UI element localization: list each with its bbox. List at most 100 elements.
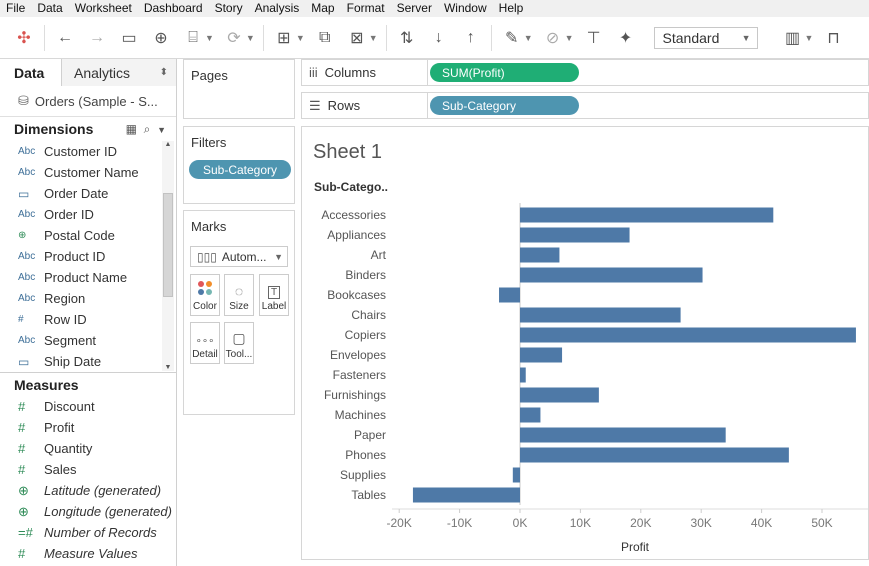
rows-shelf[interactable]: ☰ Rows Sub-Category xyxy=(301,92,869,119)
category-label[interactable]: Accessories xyxy=(321,208,386,222)
chevron-down-icon[interactable]: ▼ xyxy=(565,33,574,43)
measure-field-latitude-generated[interactable]: ⊕ Latitude (generated) xyxy=(0,480,176,501)
dimension-field-customer-id[interactable]: Abc Customer ID xyxy=(0,141,176,162)
menu-format[interactable]: Format xyxy=(341,0,391,17)
bar-tables[interactable] xyxy=(412,487,520,503)
menu-map[interactable]: Map xyxy=(305,0,340,17)
color-button[interactable]: Color xyxy=(190,274,220,316)
bar-paper[interactable] xyxy=(520,427,726,443)
show-labels-icon[interactable]: ⊤ xyxy=(583,27,605,49)
group-icon[interactable]: ⊘ xyxy=(542,27,564,49)
bar-supplies[interactable] xyxy=(512,467,520,483)
measure-field-number-of-records[interactable]: =# Number of Records xyxy=(0,522,176,543)
chevron-down-icon[interactable]: ▼ xyxy=(157,125,166,135)
tab-analytics[interactable]: Analytics ⬍ xyxy=(62,59,176,86)
bar-accessories[interactable] xyxy=(520,207,774,223)
dimension-field-product-id[interactable]: Abc Product ID xyxy=(0,246,176,267)
tableau-logo-icon[interactable]: ✣ xyxy=(13,27,35,49)
category-label[interactable]: Copiers xyxy=(345,328,386,342)
category-label[interactable]: Fasteners xyxy=(333,368,386,382)
scroll-up-icon[interactable]: ▲ xyxy=(162,141,174,148)
category-label[interactable]: Chairs xyxy=(351,308,386,322)
category-label[interactable]: Phones xyxy=(345,448,386,462)
chevron-down-icon[interactable]: ▼ xyxy=(296,33,305,43)
measure-field-longitude-generated[interactable]: ⊕ Longitude (generated) xyxy=(0,501,176,522)
menu-analysis[interactable]: Analysis xyxy=(249,0,306,17)
measure-field-measure-values[interactable]: # Measure Values xyxy=(0,543,176,564)
menu-dashboard[interactable]: Dashboard xyxy=(138,0,209,17)
pages-card[interactable]: Pages xyxy=(183,59,295,119)
bar-fasteners[interactable] xyxy=(520,367,526,383)
chevron-down-icon[interactable]: ▼ xyxy=(205,33,214,43)
dimension-field-order-id[interactable]: Abc Order ID xyxy=(0,204,176,225)
menu-file[interactable]: File xyxy=(0,0,31,17)
menu-server[interactable]: Server xyxy=(391,0,438,17)
pin-icon[interactable]: ✦ xyxy=(615,27,637,49)
category-label[interactable]: Tables xyxy=(351,488,386,502)
category-label[interactable]: Envelopes xyxy=(330,348,386,362)
category-label[interactable]: Paper xyxy=(354,428,386,442)
highlight-icon[interactable]: ✎ xyxy=(501,27,523,49)
refresh-icon[interactable]: ⟳ xyxy=(223,27,245,49)
bar-envelopes[interactable] xyxy=(520,347,563,363)
menu-data[interactable]: Data xyxy=(31,0,68,17)
dimension-field-segment[interactable]: Abc Segment xyxy=(0,330,176,351)
category-label[interactable]: Binders xyxy=(345,268,386,282)
category-label[interactable]: Bookcases xyxy=(327,288,386,302)
bar-appliances[interactable] xyxy=(520,227,630,243)
menu-window[interactable]: Window xyxy=(438,0,493,17)
undo-icon[interactable]: ← xyxy=(54,27,76,49)
category-label[interactable]: Art xyxy=(371,248,387,262)
measure-field-sales[interactable]: # Sales xyxy=(0,459,176,480)
redo-icon[interactable]: → xyxy=(86,27,108,49)
menu-help[interactable]: Help xyxy=(493,0,530,17)
tab-data[interactable]: Data xyxy=(0,59,62,86)
bar-chairs[interactable] xyxy=(520,307,681,323)
fit-select[interactable]: Standard ▼ xyxy=(653,26,758,49)
tooltip-button[interactable]: ▢ Tool... xyxy=(224,322,254,364)
bar-furnishings[interactable] xyxy=(520,387,599,403)
bar-phones[interactable] xyxy=(520,447,789,463)
filters-card[interactable]: Filters Sub-Category xyxy=(183,126,295,204)
dimension-field-postal-code[interactable]: ⊕ Postal Code xyxy=(0,225,176,246)
category-label[interactable]: Furnishings xyxy=(324,388,386,402)
menu-story[interactable]: Story xyxy=(209,0,249,17)
size-button[interactable]: ◌ Size xyxy=(224,274,254,316)
bar-art[interactable] xyxy=(520,247,560,263)
rows-pill-sub-category[interactable]: Sub-Category xyxy=(430,96,579,115)
category-label[interactable]: Machines xyxy=(335,408,386,422)
pause-updates-icon[interactable]: ⌸ xyxy=(182,27,204,49)
clear-sheet-icon[interactable]: ⊠ xyxy=(346,27,368,49)
dimension-field-row-id[interactable]: # Row ID xyxy=(0,309,176,330)
x-axis-title[interactable]: Profit xyxy=(621,540,650,554)
label-button[interactable]: T Label xyxy=(259,274,289,316)
dimension-field-ship-date[interactable]: ▭ Ship Date xyxy=(0,351,176,372)
chevron-down-icon[interactable]: ▼ xyxy=(524,33,533,43)
row-header-sub-category[interactable]: Sub-Catego.. xyxy=(314,180,388,194)
measure-field-discount[interactable]: # Discount xyxy=(0,396,176,417)
view-list-icon[interactable]: ▦ xyxy=(126,122,137,136)
columns-shelf[interactable]: iii Columns SUM(Profit) xyxy=(301,59,869,86)
measure-field-quantity[interactable]: # Quantity xyxy=(0,438,176,459)
detail-button[interactable]: ∘∘∘ Detail xyxy=(190,322,220,364)
dimension-field-product-name[interactable]: Abc Product Name xyxy=(0,267,176,288)
columns-pill-sum-profit[interactable]: SUM(Profit) xyxy=(430,63,579,82)
category-label[interactable]: Supplies xyxy=(340,468,386,482)
search-icon[interactable]: ⌕ xyxy=(144,122,151,136)
scroll-down-icon[interactable]: ▼ xyxy=(162,364,174,371)
chevron-down-icon[interactable]: ▼ xyxy=(246,33,255,43)
dimension-field-region[interactable]: Abc Region xyxy=(0,288,176,309)
swap-icon[interactable]: ⇅ xyxy=(396,27,418,49)
new-worksheet-icon[interactable]: ⊞ xyxy=(273,27,295,49)
chevron-down-icon[interactable]: ▼ xyxy=(805,33,814,43)
dimension-field-customer-name[interactable]: Abc Customer Name xyxy=(0,162,176,183)
filter-pill-sub-category[interactable]: Sub-Category xyxy=(189,160,291,179)
measure-field-profit[interactable]: # Profit xyxy=(0,417,176,438)
scrollbar-thumb[interactable] xyxy=(163,193,173,297)
bar-copiers[interactable] xyxy=(520,327,856,343)
presentation-icon[interactable]: ⊓ xyxy=(822,27,844,49)
bar-binders[interactable] xyxy=(520,267,703,283)
show-me-icon[interactable]: ▥ xyxy=(782,27,804,49)
sort-descending-icon[interactable]: ↑ xyxy=(460,27,482,49)
duplicate-icon[interactable]: ⧉ xyxy=(314,27,336,49)
